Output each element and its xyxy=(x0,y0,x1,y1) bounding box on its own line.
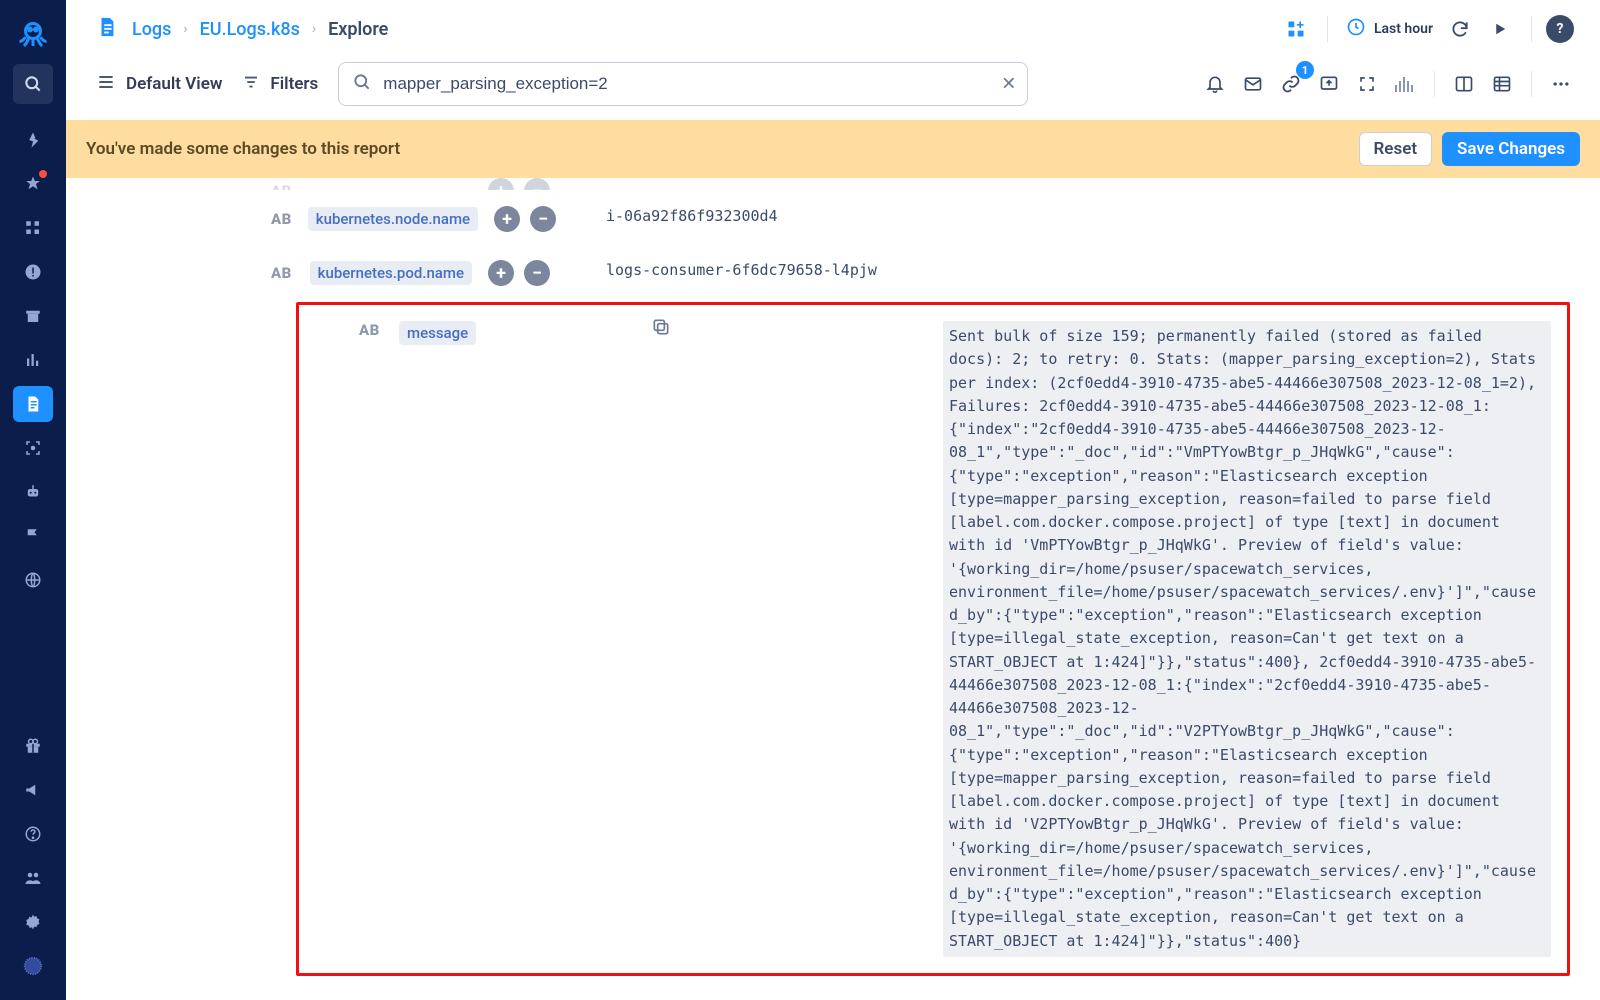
exclude-filter-button[interactable]: − xyxy=(530,206,556,232)
field-name-chip[interactable]: message xyxy=(399,321,476,345)
global-search-button[interactable] xyxy=(13,64,53,104)
add-filter-button[interactable]: + xyxy=(488,260,514,286)
separator xyxy=(1327,16,1328,42)
field-row: AB kubernetes.node.name +− i-06a92f86f93230… xyxy=(66,190,1600,244)
chevron-right-icon: › xyxy=(312,21,316,37)
field-value[interactable]: i-06a92f86f932300d4 xyxy=(606,206,1600,225)
help-button[interactable]: ? xyxy=(1546,15,1574,43)
add-filter-button[interactable]: + xyxy=(494,206,520,232)
nav-dashboards-icon[interactable] xyxy=(13,342,53,378)
filter-bar: Default View Filters ✕ 1 xyxy=(66,58,1600,120)
breadcrumb-dataset[interactable]: EU.Logs.k8s xyxy=(200,19,300,40)
nav-help-icon[interactable] xyxy=(13,816,53,852)
view-label: Default View xyxy=(126,74,222,94)
share-link-button[interactable]: 1 xyxy=(1274,67,1308,101)
field-row: AB kubernetes.pod.name +− logs-consumer-6f6… xyxy=(66,244,1600,298)
log-detail-panel: ABx +− ABkubernetes.node.name+−i-06a92f8… xyxy=(66,178,1600,1000)
view-selector[interactable]: Default View xyxy=(96,72,222,97)
sidebar xyxy=(0,0,66,1000)
chevron-right-icon: › xyxy=(183,21,187,37)
unsaved-changes-banner: You've made some changes to this report … xyxy=(66,120,1600,178)
list-icon xyxy=(96,72,116,97)
field-type-tag: AB xyxy=(271,264,294,282)
breadcrumb-bar: Logs › EU.Logs.k8s › Explore Last hour ? xyxy=(66,0,1600,58)
nav-gift-icon[interactable] xyxy=(13,728,53,764)
time-range-picker[interactable]: Last hour xyxy=(1342,17,1437,41)
nav-settings-icon[interactable] xyxy=(13,904,53,940)
field-row: ABx +− xyxy=(66,178,1600,190)
add-widget-button[interactable] xyxy=(1279,12,1313,46)
notifications-button[interactable] xyxy=(1198,67,1232,101)
exclude-filter-button[interactable]: − xyxy=(524,260,550,286)
field-value[interactable]: logs-consumer-6f6dc79658-l4pjw xyxy=(606,260,1600,279)
field-type-tag: AB xyxy=(271,210,292,228)
main: Logs › EU.Logs.k8s › Explore Last hour ? xyxy=(66,0,1600,1000)
filters-button[interactable]: Filters xyxy=(242,73,318,96)
nav-team-icon[interactable] xyxy=(13,860,53,896)
refresh-button[interactable] xyxy=(1443,12,1477,46)
search-input-wrapper: ✕ xyxy=(338,62,1028,106)
more-button[interactable] xyxy=(1544,67,1578,101)
field-value[interactable]: Sent bulk of size 159; permanently faile… xyxy=(943,321,1551,957)
breadcrumb-current: Explore xyxy=(328,19,388,40)
separator xyxy=(1434,71,1435,97)
density-button[interactable] xyxy=(1388,67,1422,101)
notification-dot-icon xyxy=(39,170,47,178)
search-input[interactable] xyxy=(338,62,1028,106)
banner-text: You've made some changes to this report xyxy=(86,139,400,159)
nav-org-icon[interactable] xyxy=(13,948,53,984)
nav-archive-icon[interactable] xyxy=(13,298,53,334)
field-name-chip[interactable]: kubernetes.pod.name xyxy=(310,261,472,285)
message-field-highlight: AB message Sent bulk of size 159; perman… xyxy=(296,302,1570,976)
nav-announce-icon[interactable] xyxy=(13,772,53,808)
nav-quickstart-icon[interactable] xyxy=(13,122,53,158)
time-range-label: Last hour xyxy=(1374,21,1433,37)
nav-bot-icon[interactable] xyxy=(13,474,53,510)
table-view-button[interactable] xyxy=(1485,67,1519,101)
filter-icon xyxy=(242,73,260,96)
fullscreen-button[interactable] xyxy=(1350,67,1384,101)
signal-icon xyxy=(1395,76,1415,92)
field-name-chip[interactable]: kubernetes.node.name xyxy=(308,207,478,231)
inbox-button[interactable] xyxy=(1236,67,1270,101)
clock-icon xyxy=(1346,17,1366,41)
link-count-badge: 1 xyxy=(1296,61,1314,79)
split-view-button[interactable] xyxy=(1447,67,1481,101)
copy-button[interactable] xyxy=(651,317,671,341)
field-row: @timestamp_received+−2023-12-13T10:58:08… xyxy=(66,986,1600,1000)
separator xyxy=(1531,71,1532,97)
field-type-tag: AB xyxy=(359,321,383,339)
nav-scan-icon[interactable] xyxy=(13,430,53,466)
nav-alerts-icon[interactable] xyxy=(13,254,53,290)
save-changes-button[interactable]: Save Changes xyxy=(1442,132,1580,166)
file-icon xyxy=(96,16,118,43)
nav-globe-icon[interactable] xyxy=(13,562,53,598)
separator xyxy=(1531,16,1532,42)
search-icon xyxy=(352,72,372,96)
nav-favorites-icon[interactable] xyxy=(13,166,53,202)
breadcrumb-root[interactable]: Logs xyxy=(132,19,171,40)
clear-search-button[interactable]: ✕ xyxy=(1001,74,1016,95)
nav-logs-icon[interactable] xyxy=(13,386,53,422)
reset-button[interactable]: Reset xyxy=(1359,132,1433,166)
filters-label: Filters xyxy=(270,74,318,94)
play-button[interactable] xyxy=(1483,12,1517,46)
nav-apps-icon[interactable] xyxy=(13,210,53,246)
export-button[interactable] xyxy=(1312,67,1346,101)
nav-flag-icon[interactable] xyxy=(13,518,53,554)
brand-logo-icon[interactable] xyxy=(13,14,53,54)
